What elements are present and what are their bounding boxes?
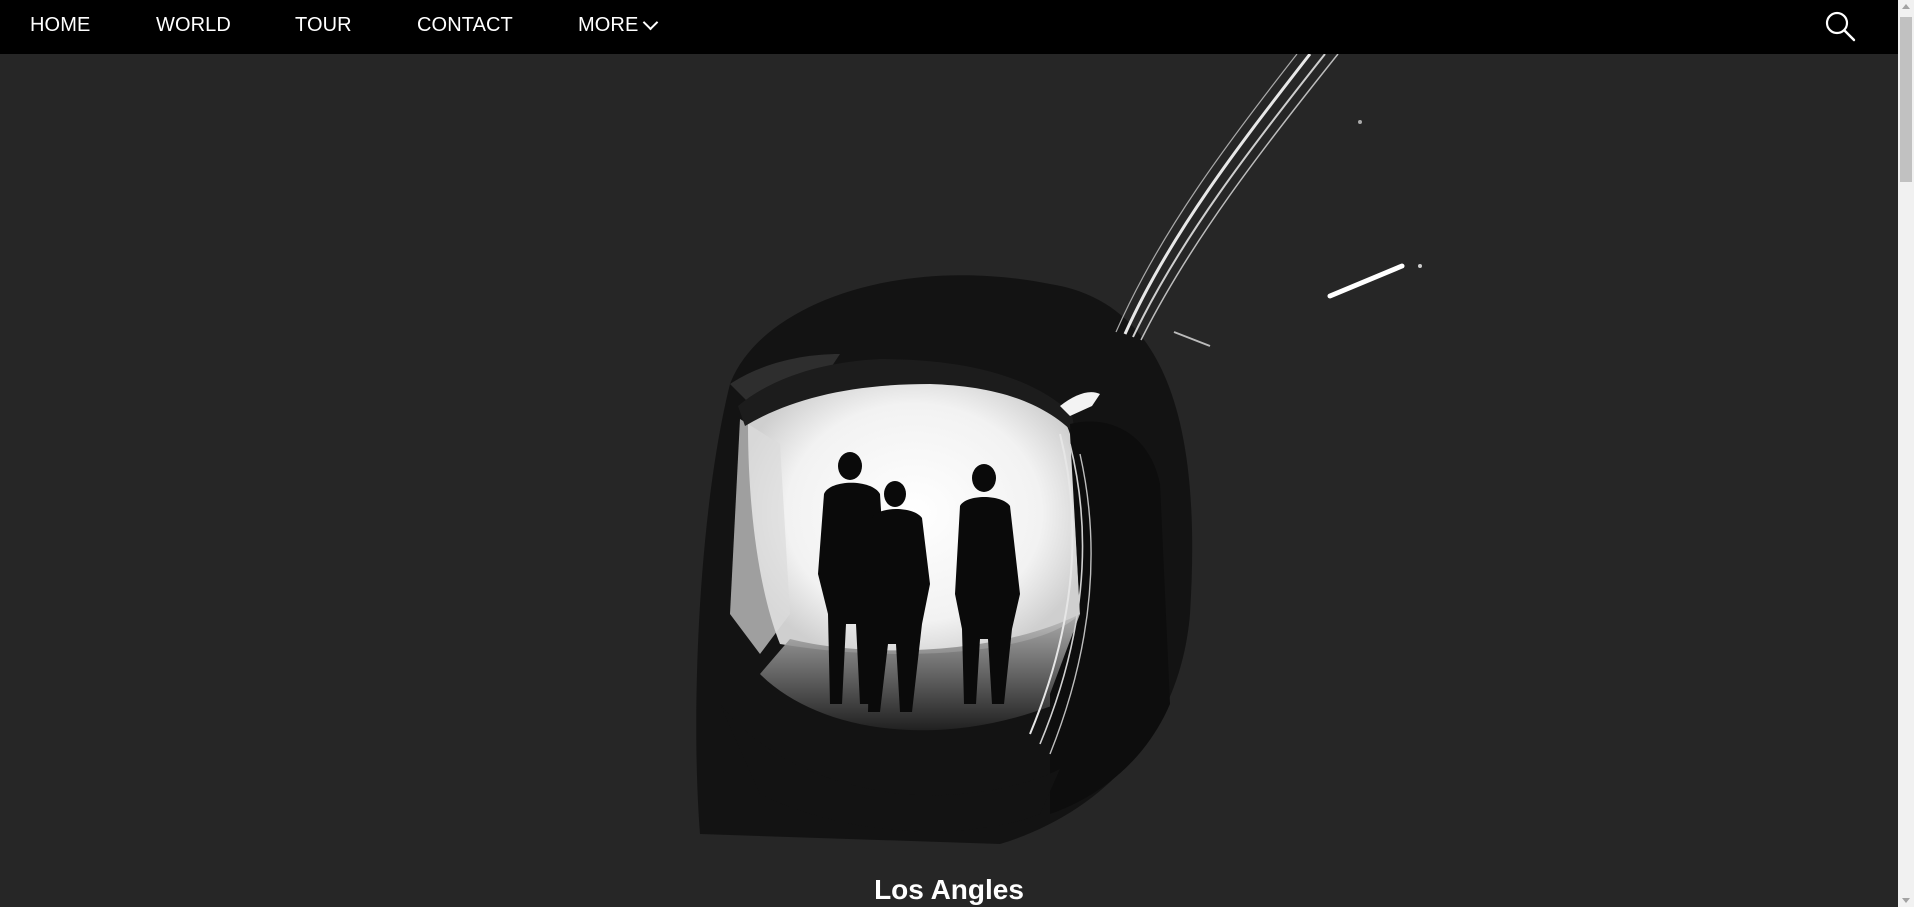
hero-caption: Los Angles: [874, 874, 1024, 905]
hero-image: [0, 53, 1898, 864]
tunnel-silhouette-image: [696, 53, 1422, 844]
scroll-down-arrow-icon[interactable]: [1902, 898, 1910, 903]
nav-item-home[interactable]: HOME: [30, 14, 90, 36]
search-icon: [1825, 11, 1856, 42]
nav-item-tour[interactable]: TOUR: [295, 14, 352, 36]
vertical-scrollbar[interactable]: [1898, 0, 1914, 907]
scrollbar-thumb[interactable]: [1900, 17, 1912, 182]
nav-item-contact[interactable]: CONTACT: [417, 14, 513, 36]
scroll-up-arrow-icon[interactable]: [1902, 4, 1910, 9]
page: HOME WORLD TOUR CONTACT MORE Los Angles: [0, 0, 1914, 907]
top-navigation-bar: HOME WORLD TOUR CONTACT MORE: [0, 0, 1898, 54]
nav-item-more-label: MORE: [578, 14, 639, 36]
chevron-down-icon: [643, 14, 659, 30]
search-button[interactable]: [1824, 10, 1858, 44]
nav-item-world[interactable]: WORLD: [156, 14, 231, 36]
nav-item-more[interactable]: MORE: [578, 14, 659, 36]
